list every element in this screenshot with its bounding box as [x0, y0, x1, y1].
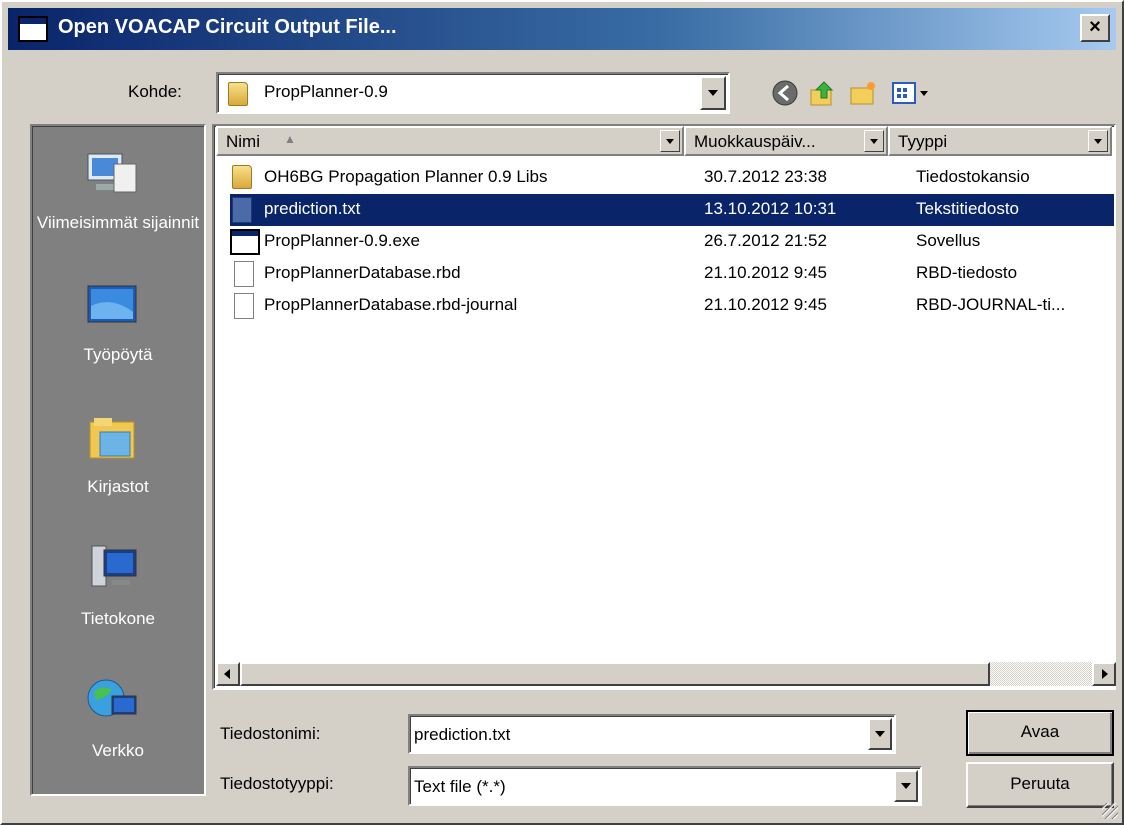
- file-row[interactable]: OH6BG Propagation Planner 0.9 Libs 30.7.…: [230, 162, 1114, 194]
- view-menu-button[interactable]: [890, 78, 934, 108]
- place-label: Viimeisimmät sijainnit: [36, 213, 200, 232]
- lookin-dropdown-button[interactable]: [700, 76, 726, 110]
- file-row[interactable]: PropPlanner-0.9.exe 26.7.2012 21:52 Sove…: [230, 226, 1114, 258]
- file-type: RBD-tiedosto: [916, 263, 1018, 282]
- filename-label: Tiedostonimi:: [220, 724, 321, 743]
- file-modified: 21.10.2012 9:45: [704, 263, 827, 282]
- computer-icon: [91, 545, 137, 587]
- lookin-value: PropPlanner-0.9: [264, 82, 388, 101]
- filetype-label: Tiedostotyyppi:: [220, 774, 334, 793]
- place-label: Tietokone: [80, 609, 156, 628]
- file-row-selected[interactable]: prediction.txt 13.10.2012 10:31 Tekstiti…: [230, 194, 1114, 226]
- places-bar: Viimeisimmät sijainnit Työpöytä Kirjasto…: [30, 124, 206, 796]
- place-libraries[interactable]: Kirjastot: [32, 394, 204, 524]
- cancel-button[interactable]: Peruuta: [966, 762, 1114, 808]
- file-row[interactable]: PropPlannerDatabase.rbd-journal 21.10.20…: [230, 290, 1114, 322]
- column-filter-button[interactable]: [864, 130, 884, 152]
- filetype-value: Text file (*.*): [414, 777, 506, 796]
- filetype-select[interactable]: Text file (*.*): [408, 766, 922, 806]
- application-icon: [230, 229, 260, 255]
- title-bar[interactable]: Open VOACAP Circuit Output File... ×: [8, 8, 1116, 50]
- file-list[interactable]: Nimi ▲ Muokkauspäiv... Tyyppi OH6BG Prop…: [212, 124, 1116, 690]
- sort-ascending-icon: ▲: [284, 132, 296, 146]
- file-type: RBD-JOURNAL-ti...: [916, 295, 1066, 314]
- file-name: prediction.txt: [264, 199, 361, 218]
- file-icon: [234, 293, 254, 319]
- network-icon: [87, 679, 137, 717]
- lookin-combo[interactable]: PropPlanner-0.9: [216, 72, 730, 114]
- new-folder-button[interactable]: [848, 78, 878, 108]
- file-name: PropPlanner-0.9.exe: [264, 231, 420, 250]
- file-row[interactable]: PropPlannerDatabase.rbd 21.10.2012 9:45 …: [230, 258, 1114, 290]
- libraries-icon: [89, 418, 135, 459]
- open-button-label: Avaa: [1020, 722, 1060, 741]
- filename-input[interactable]: prediction.txt: [408, 714, 896, 754]
- close-button[interactable]: ×: [1080, 14, 1110, 42]
- column-header-label: Tyyppi: [898, 132, 948, 151]
- file-modified: 30.7.2012 23:38: [704, 167, 827, 186]
- place-label: Työpöytä: [83, 345, 153, 364]
- place-network[interactable]: Verkko: [32, 658, 204, 788]
- filename-value: prediction.txt: [414, 725, 511, 744]
- place-desktop[interactable]: Työpöytä: [32, 262, 204, 392]
- folder-icon: [228, 82, 248, 106]
- column-filter-button[interactable]: [1088, 130, 1108, 152]
- desktop-icon: [87, 285, 137, 323]
- folder-icon: [232, 165, 252, 189]
- text-file-icon: [232, 197, 252, 223]
- place-recent[interactable]: Viimeisimmät sijainnit: [32, 130, 204, 260]
- place-label: Verkko: [92, 741, 144, 760]
- filetype-dropdown-button[interactable]: [894, 770, 918, 802]
- horizontal-scrollbar[interactable]: [216, 662, 1116, 686]
- up-folder-button[interactable]: [808, 78, 838, 108]
- file-type: Sovellus: [916, 231, 981, 250]
- scroll-thumb[interactable]: [240, 662, 990, 686]
- file-name: PropPlannerDatabase.rbd: [264, 263, 461, 282]
- window-title: Open VOACAP Circuit Output File...: [58, 16, 397, 38]
- open-button[interactable]: Avaa: [966, 710, 1114, 756]
- file-type: Tekstitiedosto: [916, 199, 1019, 218]
- column-filter-button[interactable]: [660, 130, 680, 152]
- file-type: Tiedostokansio: [916, 167, 1030, 186]
- scroll-track[interactable]: [990, 662, 1092, 686]
- scroll-left-button[interactable]: [216, 662, 240, 686]
- back-icon: [772, 80, 798, 106]
- place-computer[interactable]: Tietokone: [32, 526, 204, 656]
- column-header-modified[interactable]: Muokkauspäiv...: [684, 126, 888, 156]
- lookin-label: Kohde:: [128, 82, 182, 101]
- up-folder-icon: [810, 81, 834, 106]
- new-folder-icon: [850, 82, 875, 105]
- resize-grip[interactable]: [1102, 803, 1118, 819]
- file-modified: 13.10.2012 10:31: [704, 199, 837, 218]
- window-icon: [18, 16, 48, 42]
- filename-dropdown-button[interactable]: [868, 718, 892, 750]
- column-header-name[interactable]: Nimi ▲: [216, 126, 684, 156]
- cancel-button-label: Peruuta: [1010, 774, 1070, 793]
- column-header-type[interactable]: Tyyppi: [888, 126, 1112, 156]
- file-name: OH6BG Propagation Planner 0.9 Libs: [264, 167, 548, 186]
- file-name: PropPlannerDatabase.rbd-journal: [264, 295, 518, 314]
- scroll-right-button[interactable]: [1092, 662, 1116, 686]
- recent-places-icon: [87, 153, 137, 193]
- column-header-label: Muokkauspäiv...: [694, 132, 816, 151]
- place-label: Kirjastot: [87, 477, 149, 496]
- view-menu-icon: [892, 82, 928, 104]
- file-modified: 21.10.2012 9:45: [704, 295, 827, 314]
- file-modified: 26.7.2012 21:52: [704, 231, 827, 250]
- open-file-dialog: Open VOACAP Circuit Output File... × Koh…: [0, 0, 1124, 825]
- back-button[interactable]: [770, 78, 800, 108]
- column-header-label: Nimi: [226, 132, 260, 151]
- file-icon: [234, 261, 254, 287]
